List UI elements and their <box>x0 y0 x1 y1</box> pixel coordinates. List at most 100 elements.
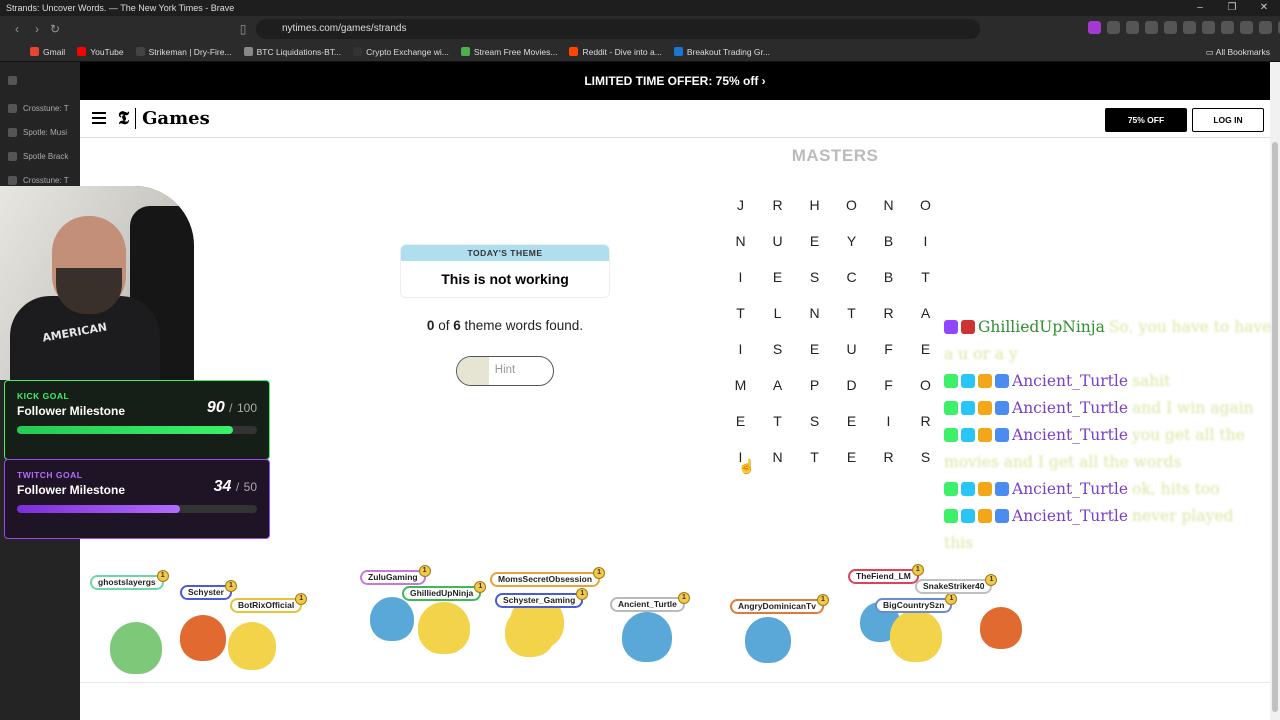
sidebar-tab[interactable]: Crosstune: T <box>0 96 80 120</box>
bookmark-youtube[interactable]: YouTube <box>77 47 124 57</box>
bookmark-gmail[interactable]: Gmail <box>30 47 65 57</box>
pokemon-sprite <box>745 617 791 663</box>
letter-tile[interactable]: T <box>833 295 870 331</box>
letter-tile[interactable]: C <box>833 259 870 295</box>
letter-tile[interactable]: I <box>722 259 759 295</box>
letter-tile[interactable]: E <box>833 403 870 439</box>
letter-tile[interactable]: A <box>759 367 796 403</box>
bookmark-icon[interactable]: ▯ <box>234 20 252 38</box>
letter-tile[interactable]: T <box>759 403 796 439</box>
hamburger-menu-icon[interactable] <box>92 112 106 124</box>
bookmarks-bar: Gmail YouTube Strikeman | Dry-Fire... BT… <box>0 42 1280 62</box>
promo-banner[interactable]: LIMITED TIME OFFER: 75% off › <box>80 62 1270 100</box>
sub-badge-icon <box>961 401 975 415</box>
letter-tile[interactable]: N <box>722 223 759 259</box>
chat-message: GhilliedUpNinja So, you have to have <box>944 314 1274 341</box>
letter-tile[interactable]: O <box>833 187 870 223</box>
letter-tile[interactable]: O <box>907 187 944 223</box>
hint-button[interactable]: Hint <box>456 356 554 386</box>
letter-tile[interactable]: E <box>722 403 759 439</box>
offer-button[interactable]: 75% OFF <box>1105 108 1187 132</box>
letter-tile[interactable]: U <box>833 331 870 367</box>
bookmark-btc[interactable]: BTC Liquidations-BT... <box>243 47 341 57</box>
letter-tile[interactable]: S <box>907 439 944 475</box>
chat-username: Ancient_Turtle <box>1012 426 1129 444</box>
letter-tile[interactable]: U <box>759 223 796 259</box>
letter-tile[interactable]: E <box>796 331 833 367</box>
extension-icon[interactable] <box>1259 21 1272 34</box>
letter-tile[interactable]: S <box>796 259 833 295</box>
letter-tile[interactable]: B <box>870 259 907 295</box>
back-icon[interactable]: ‹ <box>8 20 26 38</box>
letter-tile[interactable]: A <box>907 295 944 331</box>
extension-icon[interactable] <box>1202 21 1215 34</box>
letter-tile[interactable]: E <box>833 439 870 475</box>
bookmark-strikeman[interactable]: Strikeman | Dry-Fire... <box>135 47 232 57</box>
letter-tile[interactable]: N <box>796 295 833 331</box>
letter-tile[interactable]: L <box>759 295 796 331</box>
letter-tile[interactable]: D <box>833 367 870 403</box>
forward-icon[interactable]: › <box>28 20 46 38</box>
letter-tile[interactable]: H <box>796 187 833 223</box>
extension-icon[interactable] <box>1126 21 1139 34</box>
sidebar-toggle[interactable] <box>0 68 80 92</box>
viewer-name-tag: Ancient_Turtle 1 <box>610 592 690 612</box>
extension-icon[interactable] <box>1088 21 1101 34</box>
letter-tile[interactable]: S <box>796 403 833 439</box>
letter-tile[interactable]: R <box>870 295 907 331</box>
letter-tile[interactable]: I <box>907 223 944 259</box>
letter-tile[interactable]: N <box>870 187 907 223</box>
maximize-button[interactable]: ❐ <box>1216 0 1248 16</box>
letter-tile[interactable]: B <box>870 223 907 259</box>
bookmark-crypto[interactable]: Crypto Exchange wi... <box>353 47 449 57</box>
extension-icon[interactable] <box>1240 21 1253 34</box>
twitch-goal-widget: TWITCH GOAL Follower Milestone 34 / 50 <box>4 459 270 539</box>
letter-tile[interactable]: F <box>870 331 907 367</box>
letter-tile[interactable]: S <box>759 331 796 367</box>
viewer-name-tag: BigCountrySzn 1 <box>875 593 958 613</box>
sidebar-tab[interactable]: Spotle: Musi <box>0 120 80 144</box>
close-button[interactable]: ✕ <box>1248 0 1280 16</box>
letter-tile[interactable]: R <box>870 439 907 475</box>
letter-tile[interactable]: R <box>759 187 796 223</box>
bookmark-stream[interactable]: Stream Free Movies... <box>460 47 557 57</box>
extension-icon[interactable] <box>1164 21 1177 34</box>
reload-icon[interactable]: ↻ <box>46 20 64 38</box>
letter-tile[interactable]: F <box>870 367 907 403</box>
url-text: nytimes.com/games/strands <box>282 23 407 34</box>
letter-tile[interactable]: N <box>759 439 796 475</box>
sub-badge-icon <box>961 374 975 388</box>
viewer-name: Schyster <box>188 587 224 597</box>
letter-tile[interactable]: E <box>796 223 833 259</box>
minimize-button[interactable]: – <box>1184 0 1216 16</box>
all-bookmarks[interactable]: ▭ All Bookmarks <box>1206 47 1270 58</box>
kick-badge-icon <box>944 374 958 388</box>
login-button[interactable]: LOG IN <box>1192 108 1264 132</box>
extension-icon[interactable] <box>1183 21 1196 34</box>
extension-icons <box>1088 21 1280 34</box>
letter-tile[interactable]: R <box>907 403 944 439</box>
letter-tile[interactable]: O <box>907 367 944 403</box>
letter-tile[interactable]: P <box>796 367 833 403</box>
nyt-games-logo[interactable]: 𝕿 Games <box>118 108 210 129</box>
letter-tile[interactable]: T <box>907 259 944 295</box>
letter-tile[interactable]: M <box>722 367 759 403</box>
letter-tile[interactable]: J <box>722 187 759 223</box>
letter-tile[interactable]: I <box>722 331 759 367</box>
letter-tile[interactable]: Y <box>833 223 870 259</box>
letter-tile[interactable]: E <box>759 259 796 295</box>
letter-tile[interactable]: I <box>870 403 907 439</box>
extension-icon[interactable] <box>1221 21 1234 34</box>
letter-tile[interactable]: T <box>722 295 759 331</box>
extension-icon[interactable] <box>1107 21 1120 34</box>
kick-goal-bar <box>17 426 233 434</box>
coin-icon: 1 <box>985 574 998 586</box>
chat-username: GhilliedUpNinja <box>978 318 1105 336</box>
bookmark-breakout[interactable]: Breakout Trading Gr... <box>673 47 770 57</box>
letter-tile[interactable]: T <box>796 439 833 475</box>
extension-icon[interactable] <box>1145 21 1158 34</box>
address-bar[interactable]: nytimes.com/games/strands <box>256 19 980 39</box>
sidebar-tab[interactable]: Spotle Brack <box>0 144 80 168</box>
letter-tile[interactable]: E <box>907 331 944 367</box>
bookmark-reddit[interactable]: Reddit - Dive into a... <box>569 47 662 57</box>
